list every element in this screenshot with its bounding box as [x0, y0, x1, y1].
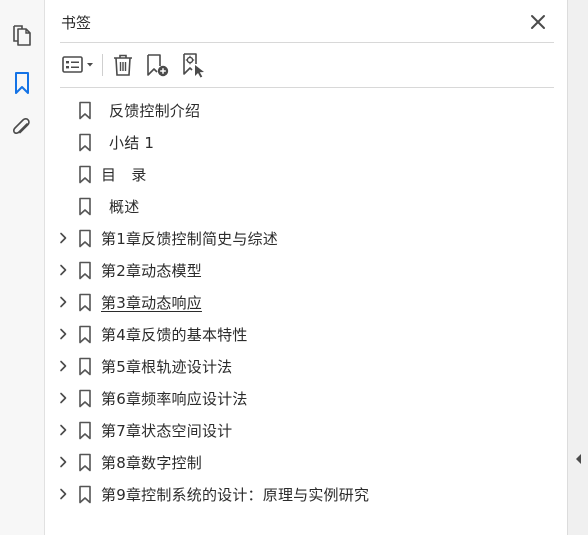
bookmark-label: 第2章动态模型 [101, 262, 202, 280]
chevron-right-icon[interactable] [57, 360, 69, 372]
toolbar-divider [60, 87, 554, 88]
bookmark-item[interactable]: 目 录 [45, 158, 567, 190]
toolbar-separator [102, 54, 103, 76]
bookmark-item[interactable]: 第6章频率响应设计法 [45, 382, 567, 414]
chevron-right-icon[interactable] [57, 296, 69, 308]
new-bookmark-button[interactable] [145, 52, 171, 78]
bookmark-item[interactable]: 第3章动态响应 [45, 286, 567, 318]
bookmark-label: 第6章频率响应设计法 [101, 390, 248, 408]
bookmarks-panel-button[interactable] [8, 69, 36, 97]
bookmark-icon [79, 101, 91, 120]
page-thumbnails-button[interactable] [8, 22, 36, 50]
bookmark-item[interactable]: 小结 1 [45, 126, 567, 158]
bookmark-cursor-icon [183, 53, 204, 78]
chevron-right-icon[interactable] [57, 232, 69, 244]
bookmark-icon [79, 229, 91, 248]
bookmark-label: 第3章动态响应 [101, 294, 202, 312]
left-navigation-rail [0, 0, 45, 535]
bookmark-label: 小结 1 [109, 134, 155, 152]
chevron-right-icon[interactable] [57, 392, 69, 404]
bookmark-label: 目 录 [101, 166, 147, 184]
collapse-arrow-icon[interactable] [574, 452, 583, 466]
bookmark-item[interactable]: 第7章状态空间设计 [45, 414, 567, 446]
trash-icon [114, 54, 132, 76]
bookmark-item[interactable]: 概述 [45, 190, 567, 222]
bookmark-icon [79, 485, 91, 504]
bookmark-icon [79, 165, 91, 184]
bookmark-icon [79, 421, 91, 440]
bookmark-icon [79, 133, 91, 152]
bookmark-item[interactable]: 第9章控制系统的设计：原理与实例研究 [45, 478, 567, 510]
list-options-icon [62, 56, 93, 73]
panel-splitter[interactable] [567, 0, 588, 535]
chevron-right-icon[interactable] [57, 264, 69, 276]
bookmark-label: 第9章控制系统的设计：原理与实例研究 [101, 486, 370, 504]
close-icon [531, 15, 545, 29]
bookmark-icon [79, 325, 91, 344]
bookmark-item[interactable]: 第4章反馈的基本特性 [45, 318, 567, 350]
bookmark-label: 第5章根轨迹设计法 [101, 358, 233, 376]
bookmark-item[interactable]: 反馈控制介绍 [45, 94, 567, 126]
chevron-right-icon[interactable] [57, 456, 69, 468]
bookmark-label: 概述 [109, 198, 140, 216]
bookmark-label: 反馈控制介绍 [109, 102, 201, 120]
chevron-right-icon[interactable] [57, 488, 69, 500]
title-divider [60, 42, 554, 43]
close-panel-button[interactable] [528, 12, 548, 32]
chevron-right-icon[interactable] [57, 424, 69, 436]
add-bookmark-icon [147, 54, 169, 77]
attachments-button[interactable] [8, 114, 36, 142]
bookmark-label: 第7章状态空间设计 [101, 422, 233, 440]
panel-title: 书签 [61, 14, 92, 32]
bookmark-item[interactable]: 第8章数字控制 [45, 446, 567, 478]
delete-bookmark-button[interactable] [112, 52, 134, 78]
bookmark-icon [79, 197, 91, 216]
bookmark-icon [79, 293, 91, 312]
bookmark-item[interactable]: 第5章根轨迹设计法 [45, 350, 567, 382]
copy-pages-icon [13, 25, 31, 46]
bookmarks-panel: 书签 反馈控制介绍 小结 1 目 录 概述 第1章反馈控制简史与综述 第2章动态… [45, 0, 567, 535]
bookmark-options-button[interactable] [61, 52, 97, 78]
bookmark-label: 第8章数字控制 [101, 454, 202, 472]
bookmark-label: 第4章反馈的基本特性 [101, 326, 248, 344]
bookmark-list: 反馈控制介绍 小结 1 目 录概述第1章反馈控制简史与综述 第2章动态模型 第3章动态响… [45, 94, 567, 510]
bookmark-item[interactable]: 第1章反馈控制简史与综述 [45, 222, 567, 254]
bookmark-item[interactable]: 第2章动态模型 [45, 254, 567, 286]
bookmark-icon [79, 389, 91, 408]
chevron-right-icon[interactable] [57, 328, 69, 340]
bookmark-icon [79, 357, 91, 376]
paperclip-icon [13, 118, 30, 134]
new-bookmark-from-structure-button[interactable] [181, 52, 207, 78]
bookmark-label: 第1章反馈控制简史与综述 [101, 230, 278, 248]
bookmark-icon [79, 261, 91, 280]
bookmark-icon [79, 453, 91, 472]
bookmark-icon [15, 72, 29, 94]
